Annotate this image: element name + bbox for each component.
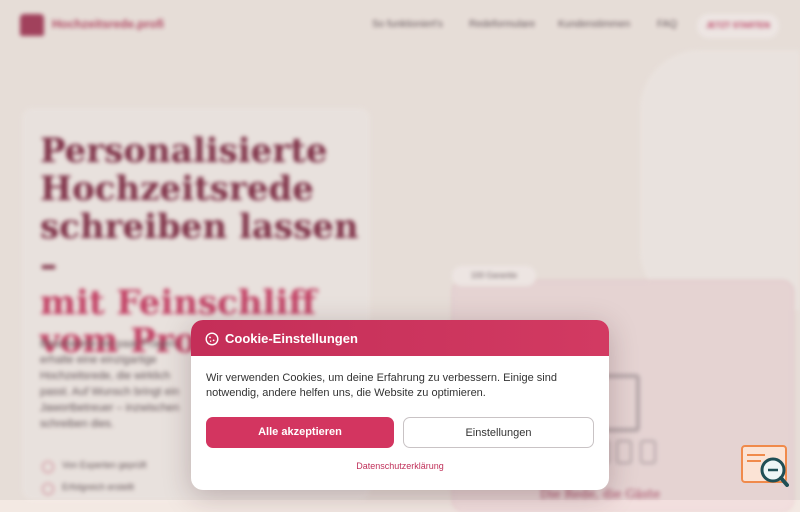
cookie-dialog-header: Cookie-Einstellungen [191, 320, 609, 356]
cookie-dialog-text: Wir verwenden Cookies, um deine Erfahrun… [206, 372, 557, 399]
accept-all-button[interactable]: Alle akzeptieren [206, 417, 394, 448]
cookie-dialog-title: Cookie-Einstellungen [225, 330, 358, 346]
cookie-icon [205, 331, 219, 346]
privacy-policy-link[interactable]: Datenschutzerklärung [191, 461, 609, 471]
search-widget-icon[interactable] [741, 445, 789, 487]
cookie-dialog: Cookie-Einstellungen Wir verwenden Cooki… [191, 320, 609, 490]
cookie-settings-button[interactable]: Einstellungen [403, 417, 594, 448]
